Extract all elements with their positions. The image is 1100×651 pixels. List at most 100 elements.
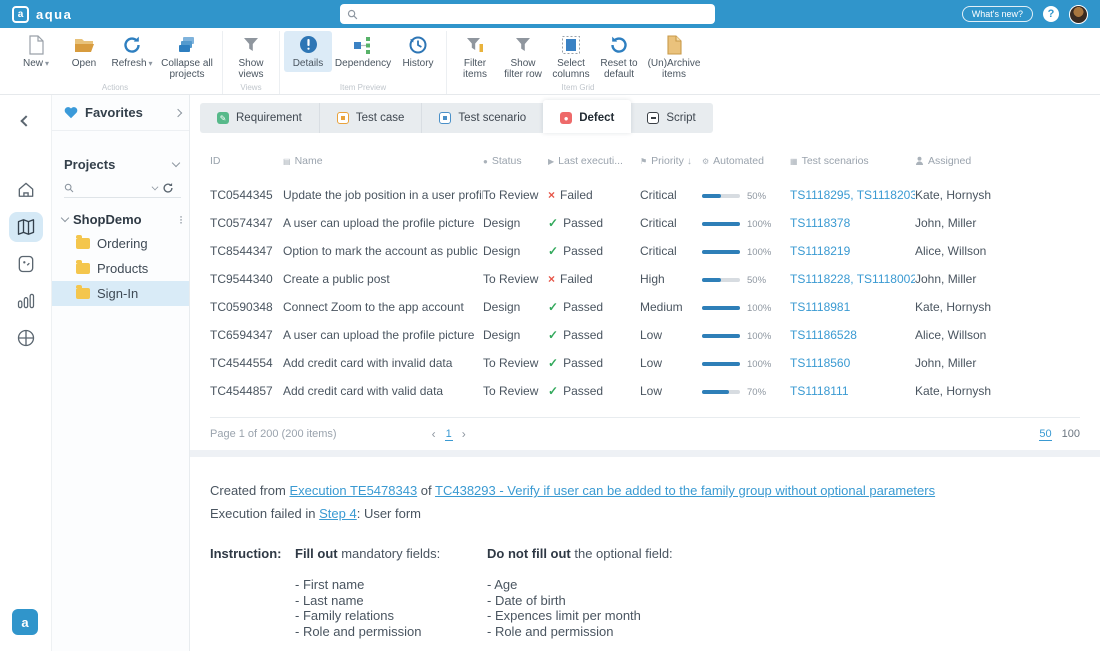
show-filter-row-button[interactable]: Show filter row (499, 31, 547, 83)
test-scenario-link[interactable]: TS1118981 (790, 300, 850, 314)
cell-name: A user can upload the profile picture (283, 321, 483, 349)
test-scenario-link[interactable]: TS11186528 (790, 328, 857, 342)
column-header-automated[interactable]: ⚙Automated (702, 155, 790, 181)
cell-last-execution: ✓Passed (548, 377, 640, 405)
tree-folder-sign-in[interactable]: Sign-In (52, 281, 189, 306)
list-item: - First name (295, 577, 487, 593)
page-number[interactable]: 1 (445, 428, 453, 441)
projects-header[interactable]: Projects (64, 157, 179, 172)
refresh-icon[interactable] (162, 182, 174, 194)
app-logo[interactable]: a aqua (12, 6, 72, 23)
home-icon (16, 180, 36, 200)
global-search-input[interactable] (363, 8, 708, 20)
history-button[interactable]: History (394, 31, 442, 72)
page-size-100[interactable]: 100 (1062, 428, 1080, 441)
new-document-icon (27, 34, 45, 55)
tree-node-shopdemo[interactable]: ShopDemo ⁝ (52, 208, 189, 231)
kebab-menu-icon[interactable]: ⁝ (179, 215, 183, 225)
automation-progress-bar (702, 250, 740, 254)
table-row[interactable]: TC0574347 A user can upload the profile … (210, 209, 1080, 237)
collapse-all-projects-button[interactable]: Collapse all projects (156, 31, 218, 83)
table-body: TC0544345 Update the job position in a u… (210, 181, 1080, 405)
sidebar-item-home[interactable] (9, 175, 43, 205)
table-row[interactable]: TC0590348 Connect Zoom to the app accoun… (210, 293, 1080, 321)
whats-new-button[interactable]: What's new? (962, 6, 1033, 22)
table-row[interactable]: TC6594347 A user can upload the profile … (210, 321, 1080, 349)
test-case-link[interactable]: TC438293 - Verify if user can be added t… (435, 483, 935, 498)
chevron-down-icon (152, 183, 159, 190)
reset-to-default-button[interactable]: Reset to default (595, 31, 643, 83)
panel-divider[interactable] (190, 450, 1100, 457)
column-header-id[interactable]: ID (210, 155, 283, 181)
unarchive-items-button[interactable]: (Un)Archive items (643, 31, 705, 83)
sidebar-item-integrations[interactable] (9, 323, 43, 353)
execution-link[interactable]: Execution TE5478343 (289, 483, 417, 498)
result-icon: ✓ (548, 216, 558, 230)
search-icon (64, 183, 74, 193)
test-case-icon (337, 112, 349, 124)
new-button[interactable]: New▾ (12, 31, 60, 72)
test-scenario-link[interactable]: TS1118219 (790, 244, 850, 258)
table-row[interactable]: TC4544857 Add credit card with valid dat… (210, 377, 1080, 405)
list-item: - Role and permission (487, 624, 673, 640)
column-header-last-execution[interactable]: ▶Last executi... (548, 155, 640, 181)
collapse-sidebar-button[interactable] (14, 109, 38, 133)
dependency-icon (353, 34, 373, 55)
column-header-assigned[interactable]: Assigned (915, 155, 1080, 181)
test-scenario-link[interactable]: TS1118378 (790, 216, 850, 230)
dependency-button[interactable]: Dependency (332, 31, 394, 72)
sort-descending-icon: ↓ (687, 156, 692, 167)
test-scenarios-column-icon: ▦ (790, 157, 798, 166)
tree-folder-products[interactable]: Products (52, 256, 189, 281)
help-button[interactable]: ? (1043, 6, 1059, 22)
tab-requirement[interactable]: ✎ Requirement (200, 103, 320, 133)
project-search-input[interactable] (78, 182, 148, 194)
column-header-name[interactable]: ▤Name (283, 155, 483, 181)
tree-folder-ordering[interactable]: Ordering (52, 231, 189, 256)
table-row[interactable]: TC0544345 Update the job position in a u… (210, 181, 1080, 209)
sidebar-item-projects[interactable] (9, 212, 43, 242)
test-scenario-link[interactable]: TS1118295, TS1118203 (790, 188, 915, 202)
test-scenario-link[interactable]: TS1118560 (790, 356, 850, 370)
tab-defect[interactable]: ● Defect (543, 100, 631, 133)
favorites-row[interactable]: Favorites (52, 95, 189, 131)
items-table: ID ▤Name ●Status ▶Last executi... ⚑Prior… (210, 155, 1080, 405)
aqua-logo-icon[interactable]: a (12, 609, 38, 635)
tab-script[interactable]: Script (630, 103, 712, 133)
cell-status: To Review (483, 349, 548, 377)
column-header-priority[interactable]: ⚑Priority↓ (640, 155, 702, 181)
requirement-icon: ✎ (217, 112, 229, 124)
folder-label: Products (97, 261, 148, 276)
filter-items-button[interactable]: Filter items (451, 31, 499, 83)
cell-automated: 100% (702, 293, 790, 321)
priority-column-icon: ⚑ (640, 157, 647, 166)
tab-test-case[interactable]: Test case (320, 103, 423, 133)
step-link[interactable]: Step 4 (319, 506, 357, 521)
user-avatar[interactable] (1069, 5, 1088, 24)
instruction-label: Instruction: (210, 546, 295, 639)
cell-test-scenarios: TS1118295, TS1118203 (790, 181, 915, 209)
column-header-status[interactable]: ●Status (483, 155, 548, 181)
table-row[interactable]: TC4544554 Add credit card with invalid d… (210, 349, 1080, 377)
open-button[interactable]: Open (60, 31, 108, 72)
previous-page-button[interactable]: ‹ (432, 427, 436, 441)
table-row[interactable]: TC8544347 Option to mark the account as … (210, 237, 1080, 265)
refresh-button[interactable]: Refresh▾ (108, 31, 156, 72)
table-row[interactable]: TC9544340 Create a public post To Review… (210, 265, 1080, 293)
tab-test-scenario[interactable]: Test scenario (422, 103, 544, 133)
global-search[interactable] (340, 4, 715, 24)
test-scenario-link[interactable]: TS1118228, TS1118002 (790, 272, 915, 286)
details-button[interactable]: Details (284, 31, 332, 72)
column-header-test-scenarios[interactable]: ▦Test scenarios (790, 155, 915, 181)
cell-assigned: Kate, Hornysh (915, 377, 1080, 405)
show-views-button[interactable]: Show views (227, 31, 275, 83)
next-page-button[interactable]: › (462, 427, 466, 441)
pagination-summary: Page 1 of 200 (200 items) (210, 428, 337, 440)
cell-automated: 50% (702, 181, 790, 209)
sidebar-item-reports[interactable] (9, 286, 43, 316)
select-columns-button[interactable]: Select columns (547, 31, 595, 83)
page-size-50[interactable]: 50 (1039, 428, 1051, 441)
sidebar-item-scripts[interactable] (9, 249, 43, 279)
project-search[interactable] (64, 182, 181, 198)
test-scenario-link[interactable]: TS1118111 (790, 384, 849, 398)
